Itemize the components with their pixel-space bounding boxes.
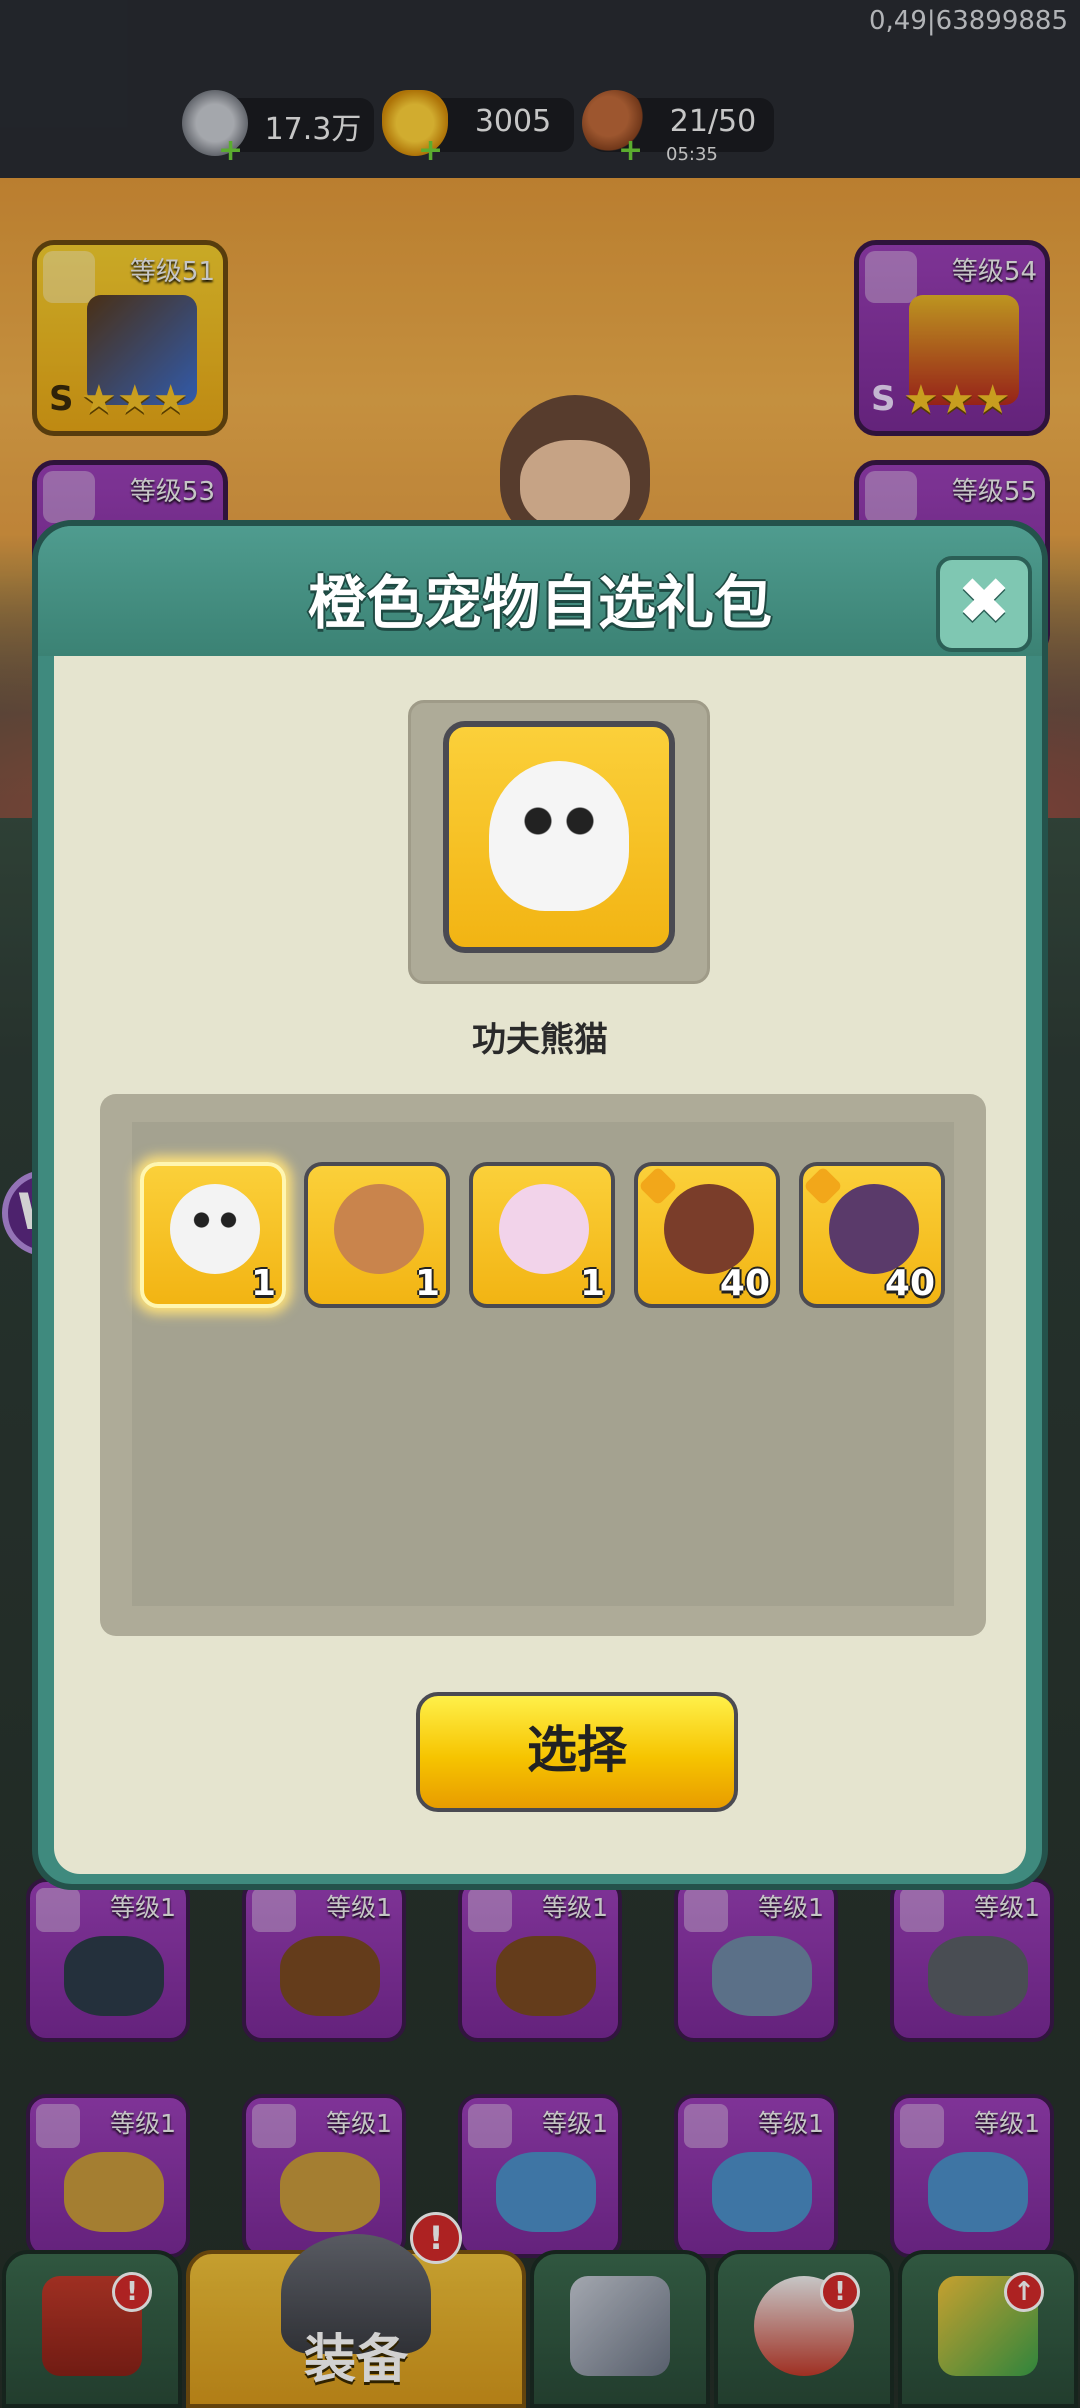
pet-option-hero-girl-2[interactable]: 40 xyxy=(799,1162,945,1308)
pet-option-hero-girl-1[interactable]: 40 xyxy=(634,1162,780,1308)
shard-icon xyxy=(638,1166,678,1206)
pet-quantity: 40 xyxy=(719,1263,770,1304)
selected-pet-name: 功夫熊猫 xyxy=(472,1020,608,1060)
pet-quantity: 1 xyxy=(250,1263,276,1304)
selected-pet-preview xyxy=(408,700,710,984)
shard-icon xyxy=(803,1166,843,1206)
pet-option-deer[interactable]: 1 xyxy=(304,1162,450,1308)
dialog-title: 橙色宠物自选礼包 xyxy=(307,569,772,637)
hero-girl-icon xyxy=(829,1184,919,1274)
selected-pet-card xyxy=(443,721,675,953)
deer-icon xyxy=(334,1184,424,1274)
select-button[interactable]: 选择 xyxy=(416,1692,738,1812)
unicorn-icon xyxy=(499,1184,589,1274)
pet-option-kungfu-panda[interactable]: 1 xyxy=(140,1162,286,1308)
pet-quantity: 1 xyxy=(414,1263,440,1304)
dialog-header: 橙色宠物自选礼包 ✖ xyxy=(38,526,1042,656)
pet-options-frame: 1 1 1 40 40 xyxy=(100,1094,986,1636)
pet-options-list: 1 1 1 40 40 xyxy=(132,1122,954,1606)
pet-gift-pack-dialog: 橙色宠物自选礼包 ✖ 功夫熊猫 1 1 1 40 40 选择 xyxy=(32,520,1048,1890)
dialog-body: 功夫熊猫 1 1 1 40 40 选择 xyxy=(54,656,1026,1874)
kungfu-panda-icon xyxy=(489,761,629,911)
pet-quantity: 1 xyxy=(579,1263,605,1304)
close-button[interactable]: ✖ xyxy=(936,556,1032,652)
pet-option-unicorn[interactable]: 1 xyxy=(469,1162,615,1308)
hero-girl-icon xyxy=(664,1184,754,1274)
pet-quantity: 40 xyxy=(884,1263,935,1304)
panda-icon xyxy=(170,1184,260,1274)
